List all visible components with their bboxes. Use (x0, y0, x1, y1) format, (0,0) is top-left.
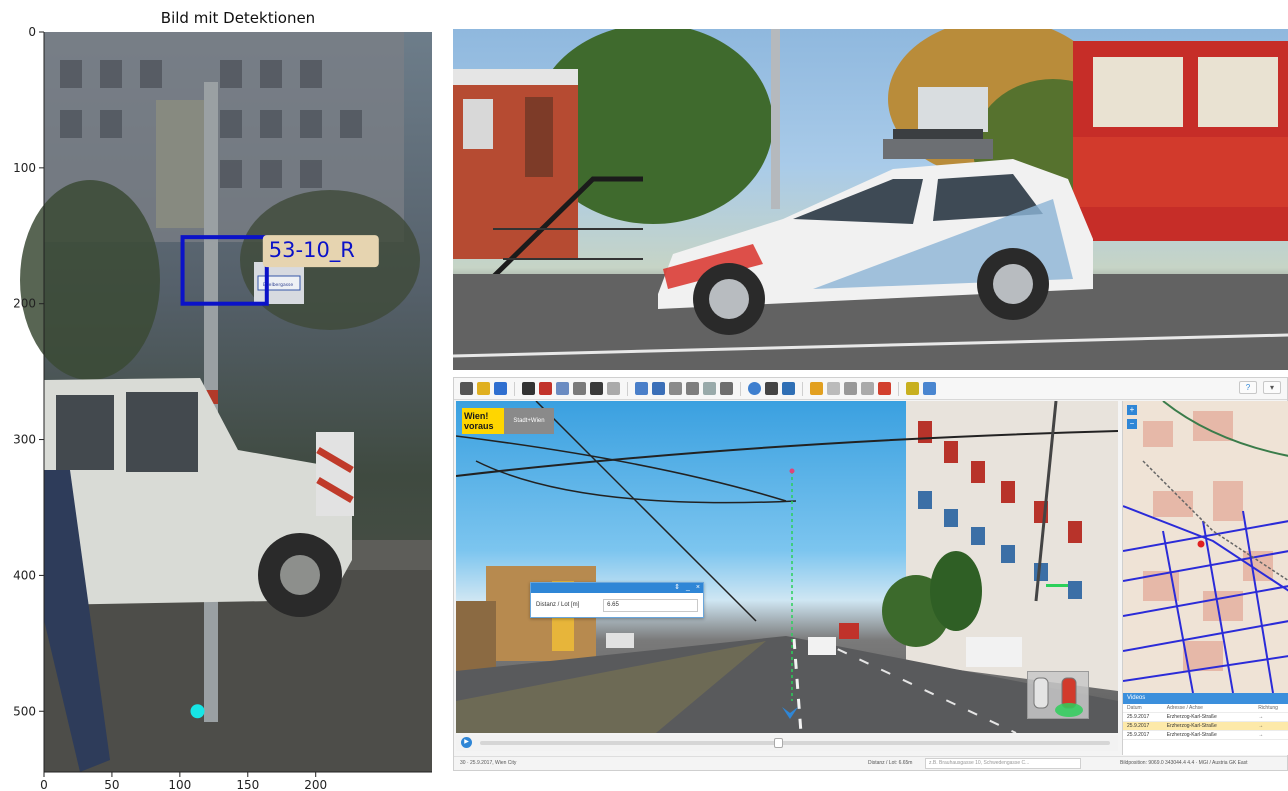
video-direction: → (1258, 714, 1264, 720)
profile-icon[interactable] (720, 382, 733, 395)
toolbar-separator (627, 381, 628, 396)
video-direction: → (1258, 732, 1264, 738)
share-icon[interactable] (923, 382, 936, 395)
y-tick-label: 0 (28, 25, 36, 39)
status-recording: 30 · 25.9.2017, Wien City (460, 760, 517, 766)
toolbar-separator (802, 381, 803, 396)
polyline-icon[interactable] (844, 382, 857, 395)
pencil-icon[interactable] (810, 382, 823, 395)
measure-dialog[interactable]: ⇕ _ × Distanz / Lot [m] 6.65 (530, 582, 704, 618)
camera-icon[interactable] (522, 382, 535, 395)
wien-logo: Wien! voraus Stadt+Wien (462, 408, 554, 434)
help-icon[interactable]: ? (1239, 381, 1257, 394)
video-row[interactable]: 25.9.2017 Erzherzog-Karl-Straße → (1123, 713, 1288, 722)
list-icon[interactable] (782, 382, 795, 395)
menu-dropdown-icon[interactable]: ▾ (1263, 381, 1281, 394)
videos-panel: Videos Datum Adresse / Achse Richtung 25… (1122, 693, 1288, 755)
header-address: Adresse / Achse (1166, 705, 1203, 711)
toolbar-separator (514, 381, 515, 396)
y-tick-label: 300 (13, 433, 36, 447)
map-zoom-controls: + − (1127, 405, 1137, 431)
status-distance: Distanz / Lot: 6.65m (868, 760, 913, 766)
minimize-icon[interactable]: _ (686, 583, 690, 593)
chart-icon[interactable] (703, 382, 716, 395)
y-tick-label: 100 (13, 161, 36, 175)
street-view-application: ? ▾ Wien! voraus Stadt+Wien ⇕ _ × Distan… (453, 377, 1288, 771)
panorama-viewer[interactable]: Wien! voraus Stadt+Wien ⇕ _ × Distanz / … (456, 401, 1118, 733)
detection-label: 53-10_R (269, 238, 355, 263)
image-icon[interactable] (590, 382, 603, 395)
map-panel[interactable]: + − (1122, 401, 1288, 693)
x-tick-label: 0 (40, 778, 48, 791)
close-icon[interactable]: × (696, 583, 700, 593)
status-position: Bildposition: 9069.0 343044.4 4.4 · MGI … (1120, 760, 1248, 766)
window-icon[interactable] (607, 382, 620, 395)
detection-plot: Bild mit Detektionen Eitelbergasse 53-10… (13, 9, 432, 791)
header-direction: Richtung (1258, 705, 1278, 711)
x-tick-label: 200 (304, 778, 327, 791)
info-icon[interactable] (748, 382, 761, 395)
y-tick-label: 500 (13, 704, 36, 718)
camera-frame (20, 32, 432, 772)
videos-title: Videos (1123, 693, 1288, 704)
height-icon[interactable] (686, 382, 699, 395)
video-row[interactable]: 25.9.2017 Erzherzog-Karl-Straße → (1123, 731, 1288, 740)
video-timeline: ▶ (456, 735, 1118, 751)
angle-icon[interactable] (861, 382, 874, 395)
distance-value-field[interactable]: 6.65 (603, 598, 698, 612)
timeline-track[interactable] (480, 741, 1110, 745)
ruler-icon[interactable] (669, 382, 682, 395)
layers-icon[interactable] (460, 382, 473, 395)
status-bar: 30 · 25.9.2017, Wien City Distanz / Lot:… (454, 756, 1287, 770)
pointer-icon[interactable] (765, 382, 778, 395)
video-row-selected[interactable]: 25.9.2017 Erzherzog-Karl-Straße → (1123, 722, 1288, 731)
zoom-out-button[interactable]: − (1127, 419, 1137, 429)
warning-icon[interactable] (477, 382, 490, 395)
x-axis-ticks: 0 50 100 150 200 (40, 772, 327, 791)
marker-icon[interactable] (539, 382, 552, 395)
plot-title: Bild mit Detektionen (161, 9, 315, 27)
address-search-input[interactable]: z.B. Brauhausgasse 10, Schwedengasse C..… (925, 758, 1081, 769)
document-icon[interactable] (827, 382, 840, 395)
video-date: 25.9.2017 (1127, 732, 1150, 738)
video-address: Erzherzog-Karl-Straße (1166, 732, 1217, 738)
video-date: 25.9.2017 (1127, 723, 1150, 729)
ground-point (190, 704, 205, 719)
timeline-handle[interactable] (774, 738, 783, 748)
toolbar-separator (740, 381, 741, 396)
zoom-in-button[interactable]: + (1127, 405, 1137, 415)
y-tick-label: 400 (13, 568, 36, 582)
logo-line1: Wien! (464, 411, 489, 421)
toolbar-separator (898, 381, 899, 396)
pin-icon[interactable] (878, 382, 891, 395)
table-icon[interactable] (652, 382, 665, 395)
video-date: 25.9.2017 (1127, 714, 1150, 720)
video-direction: → (1258, 723, 1264, 729)
back-icon[interactable] (494, 382, 507, 395)
main-toolbar: ? ▾ (454, 378, 1287, 400)
header-date: Datum (1127, 705, 1142, 711)
mapping-car-photo (453, 29, 1288, 370)
x-tick-label: 100 (168, 778, 191, 791)
distance-label: Distanz / Lot [m] (536, 602, 580, 608)
measure-icon[interactable] (556, 382, 569, 395)
grid-icon[interactable] (635, 382, 648, 395)
video-address: Erzherzog-Karl-Straße (1166, 714, 1217, 720)
y-tick-label: 200 (13, 297, 36, 311)
car-orientation-widget[interactable] (1027, 671, 1089, 719)
fullscreen-icon[interactable] (573, 382, 586, 395)
resize-icon[interactable]: ⇕ (674, 583, 680, 593)
x-tick-label: 150 (236, 778, 259, 791)
logo-sub: Stadt+Wien (504, 408, 554, 434)
measure-dialog-titlebar[interactable]: ⇕ _ × (531, 583, 703, 593)
videos-header-row: Datum Adresse / Achse Richtung (1123, 704, 1288, 713)
export-icon[interactable] (906, 382, 919, 395)
x-tick-label: 50 (104, 778, 119, 791)
video-address: Erzherzog-Karl-Straße (1166, 723, 1217, 729)
y-axis-ticks: 0 100 200 300 400 500 (13, 25, 44, 718)
logo-line2: voraus (464, 421, 494, 431)
play-button[interactable]: ▶ (461, 737, 472, 748)
